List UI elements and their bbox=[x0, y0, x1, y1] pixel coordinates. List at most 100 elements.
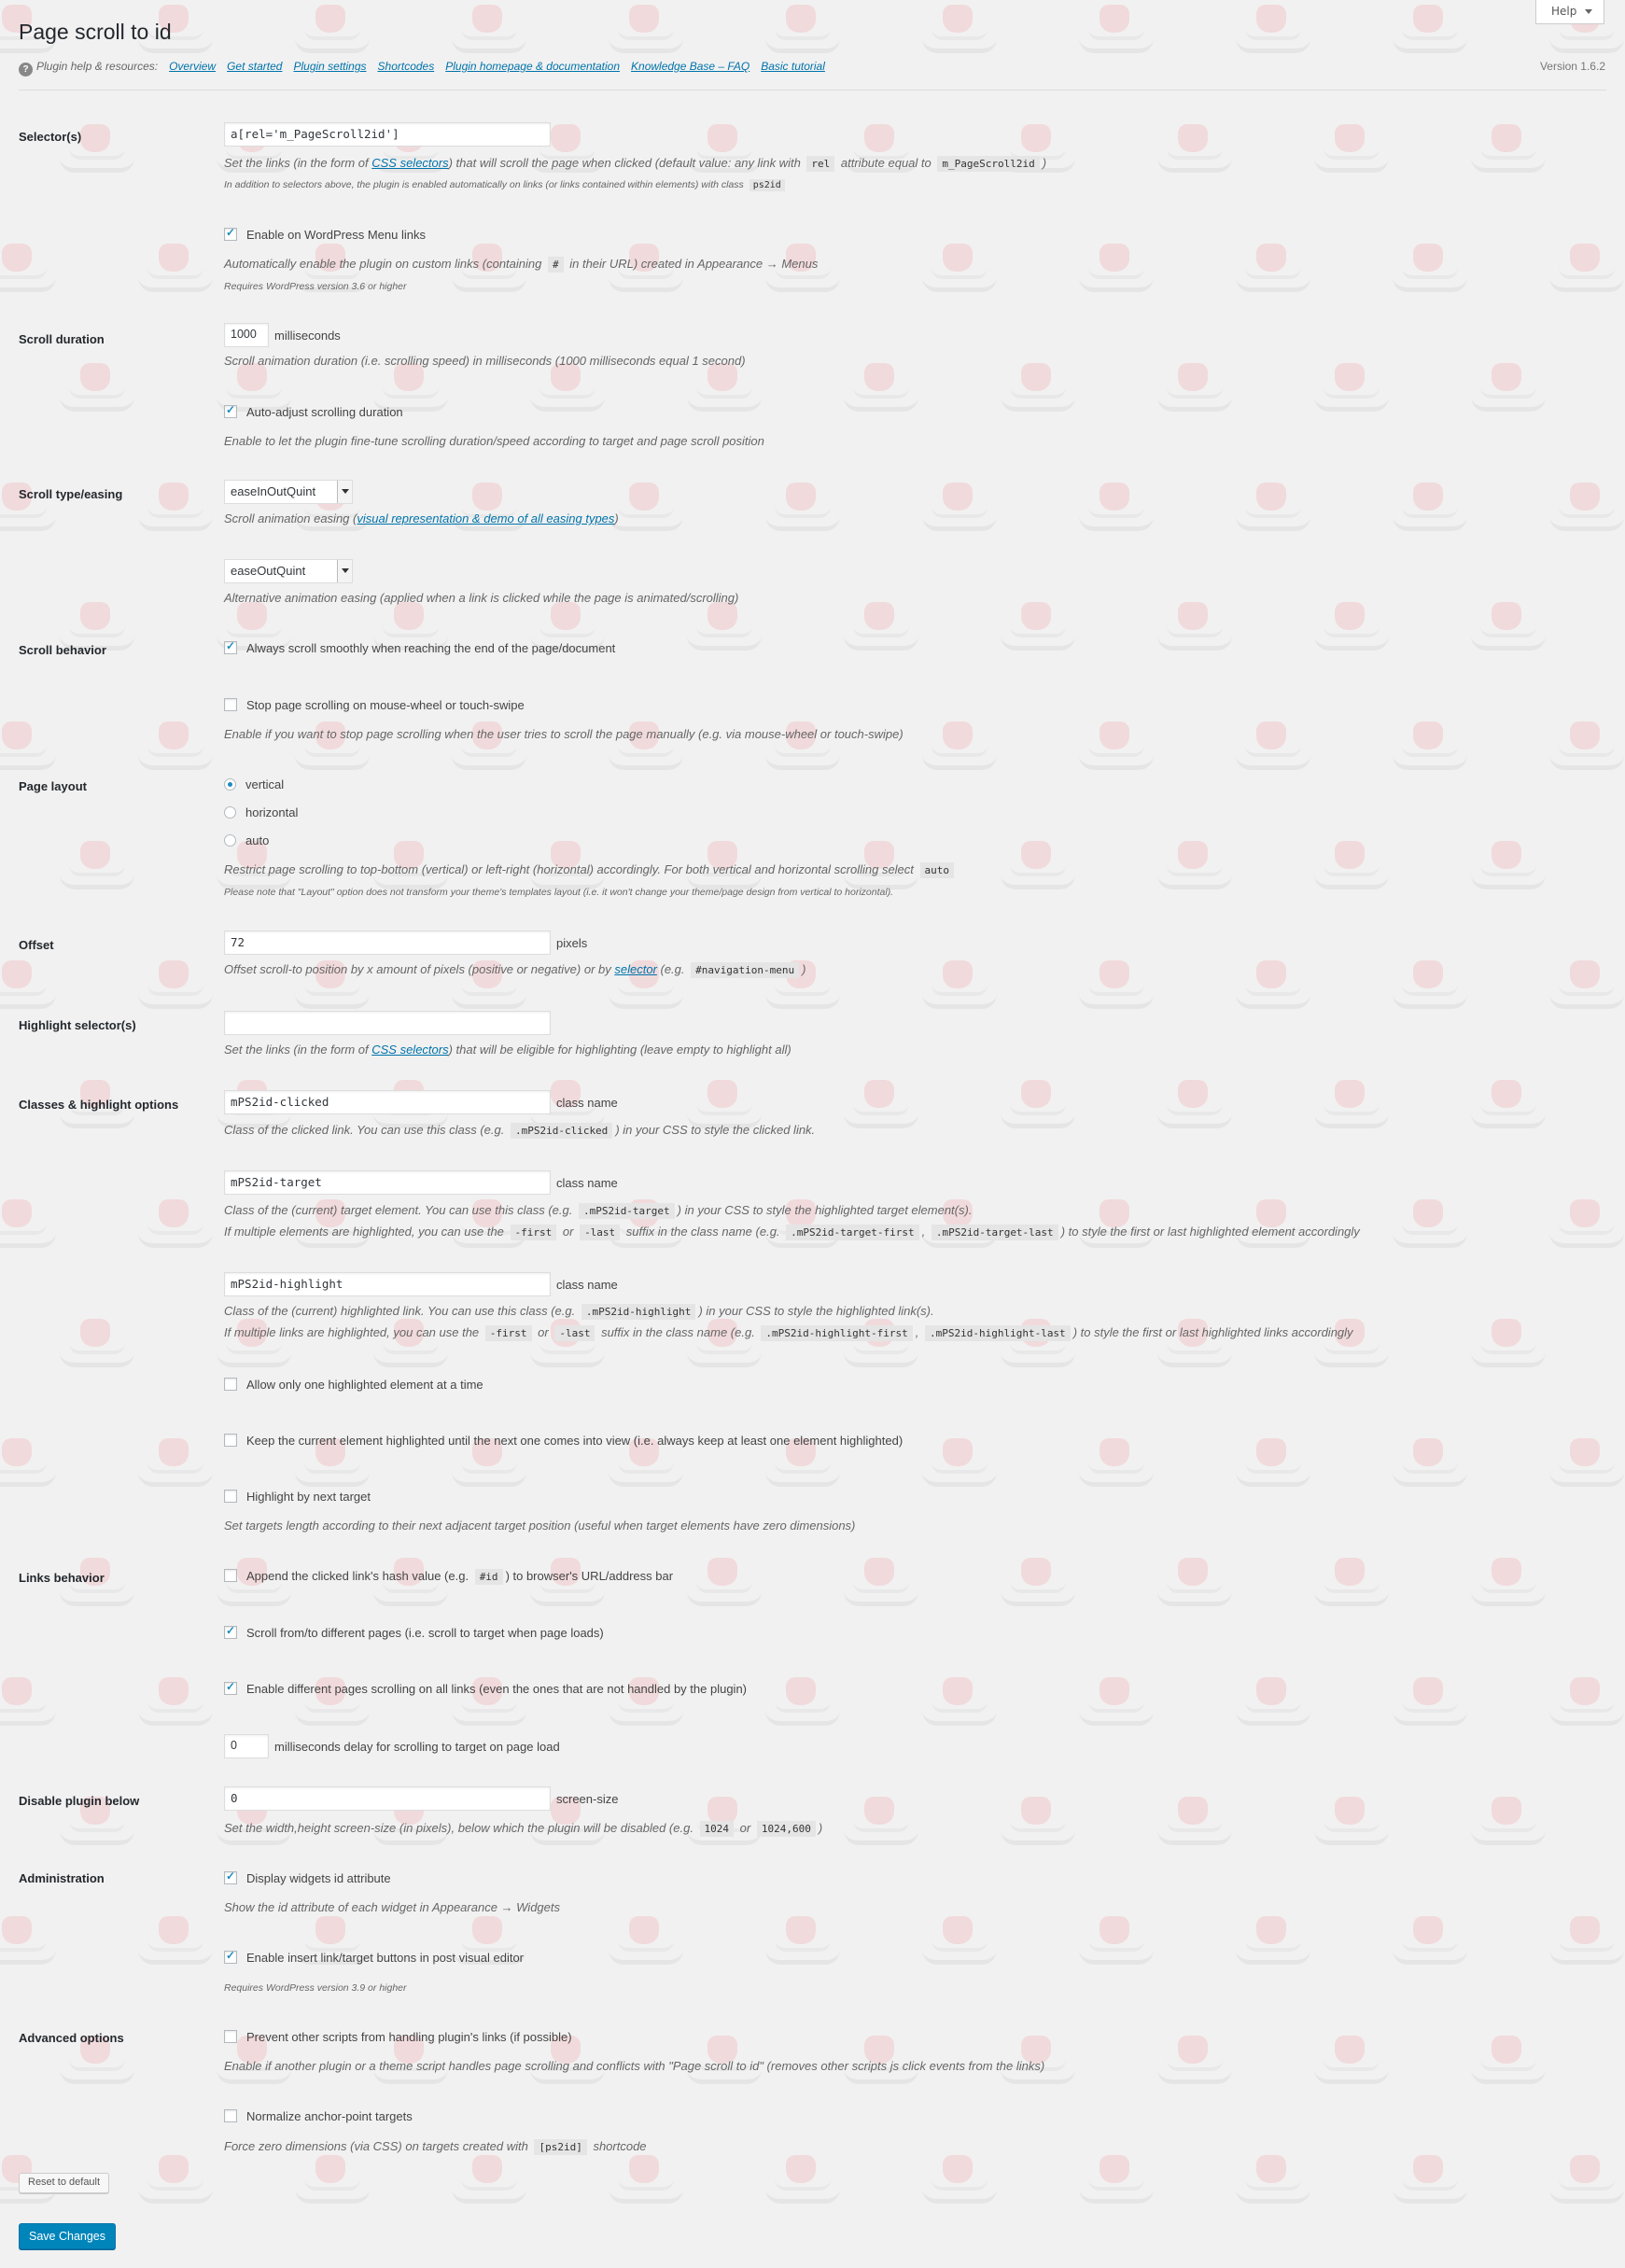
watermark-logo bbox=[687, 602, 771, 660]
offset-input[interactable]: 72 bbox=[224, 931, 551, 955]
link-overview[interactable]: Overview bbox=[169, 60, 216, 73]
watermark-logo bbox=[295, 1916, 379, 1974]
editor-buttons-option[interactable]: Enable insert link/target buttons in pos… bbox=[224, 1949, 524, 1965]
wp-menu-checkbox[interactable] bbox=[224, 226, 237, 241]
layout-option-auto[interactable]: auto bbox=[224, 833, 269, 847]
watermark-logo bbox=[373, 1558, 457, 1616]
watermark-logo bbox=[1236, 2155, 1320, 2213]
clicked-class-input[interactable]: mPS2id-clicked bbox=[224, 1090, 551, 1114]
auto-adjust-label: Auto-adjust scrolling duration bbox=[246, 405, 403, 419]
target-class-input[interactable]: mPS2id-target bbox=[224, 1170, 551, 1195]
watermark-logo bbox=[1471, 2036, 1555, 2093]
selectors-description: Set the links (in the form of CSS select… bbox=[224, 156, 1047, 172]
one-highlight-option[interactable]: Allow only one highlighted element at a … bbox=[224, 1378, 483, 1392]
classes-highlight-label: Classes & highlight options bbox=[19, 1098, 179, 1112]
normalize-targets-option[interactable]: Normalize anchor-point targets bbox=[224, 2109, 413, 2123]
offset-selector-link[interactable]: selector bbox=[614, 962, 657, 976]
watermark-logo bbox=[765, 483, 849, 540]
smooth-end-checkbox[interactable] bbox=[224, 639, 237, 654]
layout-option-vertical[interactable]: vertical bbox=[224, 777, 284, 791]
layout-horizontal-label: horizontal bbox=[245, 805, 299, 819]
link-plugin-homepage[interactable]: Plugin homepage & documentation bbox=[445, 60, 620, 73]
watermark-logo bbox=[1236, 721, 1320, 779]
watermark-logo bbox=[295, 244, 379, 301]
wp-menu-option[interactable]: Enable on WordPress Menu links bbox=[224, 226, 426, 242]
layout-option-horizontal[interactable]: horizontal bbox=[224, 805, 298, 819]
stop-scroll-checkbox[interactable] bbox=[224, 698, 237, 711]
watermark-logo bbox=[1079, 483, 1163, 540]
all-links-checkbox[interactable] bbox=[224, 1680, 237, 1695]
auto-adjust-checkbox[interactable] bbox=[224, 403, 237, 418]
watermark-logo bbox=[1393, 1199, 1477, 1257]
css-selectors-link[interactable]: CSS selectors bbox=[371, 156, 448, 170]
next-target-checkbox[interactable] bbox=[224, 1490, 237, 1503]
help-tab-button[interactable]: Help bbox=[1535, 0, 1604, 24]
link-basic-tutorial[interactable]: Basic tutorial bbox=[761, 60, 825, 73]
one-highlight-checkbox[interactable] bbox=[224, 1378, 237, 1391]
next-target-option[interactable]: Highlight by next target bbox=[224, 1490, 371, 1504]
highlight-css-selectors-link[interactable]: CSS selectors bbox=[371, 1043, 448, 1057]
editor-buttons-checkbox[interactable] bbox=[224, 1949, 237, 1964]
link-plugin-settings[interactable]: Plugin settings bbox=[293, 60, 366, 73]
disable-plugin-label: Disable plugin below bbox=[19, 1794, 140, 1808]
watermark-logo bbox=[1314, 602, 1398, 660]
target-class-multiple-description: If multiple elements are highlighted, yo… bbox=[224, 1225, 1360, 1240]
page-load-delay-input[interactable]: 0 bbox=[224, 1734, 269, 1758]
prevent-scripts-option[interactable]: Prevent other scripts from handling plug… bbox=[224, 2030, 572, 2044]
alt-easing-select[interactable]: easeOutQuint bbox=[224, 559, 353, 583]
highlight-class-input[interactable]: mPS2id-highlight bbox=[224, 1272, 551, 1296]
watermark-logo bbox=[530, 1558, 614, 1616]
different-pages-option[interactable]: Scroll from/to different pages (i.e. scr… bbox=[224, 1624, 604, 1640]
prevent-scripts-checkbox[interactable] bbox=[224, 2030, 237, 2043]
watermark-logo bbox=[922, 1677, 1006, 1735]
normalize-targets-label: Normalize anchor-point targets bbox=[246, 2109, 413, 2123]
link-shortcodes[interactable]: Shortcodes bbox=[378, 60, 435, 73]
different-pages-checkbox[interactable] bbox=[224, 1624, 237, 1639]
append-hash-checkbox[interactable] bbox=[224, 1569, 237, 1582]
watermark-logo bbox=[1314, 1558, 1398, 1616]
watermark-logo bbox=[1079, 960, 1163, 1018]
highlight-selectors-description: Set the links (in the form of CSS select… bbox=[224, 1043, 791, 1057]
watermark-logo bbox=[1393, 1677, 1477, 1735]
watermark-logo bbox=[0, 1916, 65, 1974]
reset-to-default-button[interactable]: Reset to default bbox=[19, 2173, 110, 2193]
wp-menu-note: Requires WordPress version 3.6 or higher bbox=[224, 281, 407, 292]
watermark-logo bbox=[1236, 1916, 1320, 1974]
keep-highlight-checkbox[interactable] bbox=[224, 1434, 237, 1447]
resources-label: Plugin help & resources: bbox=[36, 60, 159, 73]
append-hash-option[interactable]: Append the clicked link's hash value (e.… bbox=[224, 1569, 673, 1585]
watermark-logo bbox=[138, 1677, 222, 1735]
link-knowledge-base[interactable]: Knowledge Base – FAQ bbox=[631, 60, 749, 73]
disable-screen-size-input[interactable]: 0 bbox=[224, 1786, 551, 1811]
auto-adjust-option[interactable]: Auto-adjust scrolling duration bbox=[224, 403, 403, 419]
easing-select[interactable]: easeInOutQuint bbox=[224, 480, 353, 504]
clicked-class-unit: class name bbox=[556, 1095, 618, 1110]
watermark-logo bbox=[138, 1438, 222, 1496]
editor-buttons-note: Requires WordPress version 3.9 or higher bbox=[224, 1982, 407, 1994]
widgets-id-checkbox[interactable] bbox=[224, 1869, 237, 1884]
watermark-logo bbox=[1393, 2155, 1477, 2213]
selectors-input[interactable]: a[rel='m_PageScroll2id'] bbox=[224, 122, 551, 147]
save-changes-button[interactable]: Save Changes bbox=[19, 2223, 117, 2249]
all-links-label: Enable different pages scrolling on all … bbox=[246, 1682, 748, 1696]
link-get-started[interactable]: Get started bbox=[227, 60, 282, 73]
widgets-id-option[interactable]: Display widgets id attribute bbox=[224, 1869, 391, 1885]
watermark-logo bbox=[922, 721, 1006, 779]
layout-radio-auto[interactable] bbox=[224, 834, 236, 847]
normalize-targets-checkbox[interactable] bbox=[224, 2109, 237, 2122]
keep-highlight-option[interactable]: Keep the current element highlighted unt… bbox=[224, 1434, 903, 1448]
highlight-selectors-input[interactable] bbox=[224, 1011, 551, 1035]
watermark-logo bbox=[1157, 1080, 1241, 1138]
scroll-duration-input[interactable]: 1000 bbox=[224, 323, 269, 347]
smooth-end-label: Always scroll smoothly when reaching the… bbox=[246, 641, 616, 655]
watermark-logo bbox=[1549, 960, 1625, 1018]
watermark-logo bbox=[1001, 1558, 1085, 1616]
easing-demo-link[interactable]: visual representation & demo of all easi… bbox=[357, 511, 614, 525]
layout-radio-horizontal[interactable] bbox=[224, 806, 236, 819]
stop-scroll-option[interactable]: Stop page scrolling on mouse-wheel or to… bbox=[224, 698, 525, 712]
watermark-logo bbox=[1157, 1558, 1241, 1616]
smooth-end-option[interactable]: Always scroll smoothly when reaching the… bbox=[224, 639, 616, 655]
layout-radio-vertical[interactable] bbox=[224, 778, 236, 791]
all-links-option[interactable]: Enable different pages scrolling on all … bbox=[224, 1680, 748, 1696]
watermark-logo bbox=[922, 1916, 1006, 1974]
